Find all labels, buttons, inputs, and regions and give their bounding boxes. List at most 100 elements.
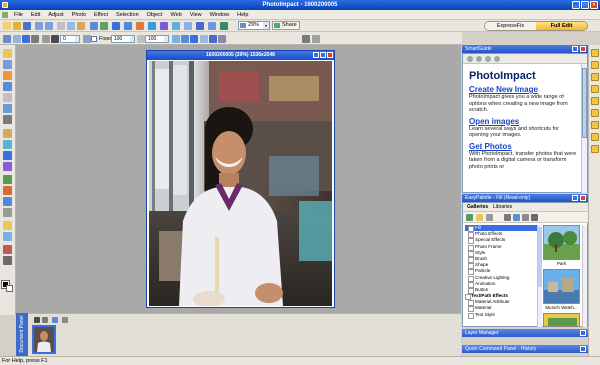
share-button[interactable]: Share bbox=[272, 21, 300, 30]
quick-command-header[interactable]: Quick Command Panel - History bbox=[462, 345, 588, 353]
paint-tool-icon[interactable] bbox=[3, 140, 12, 149]
grid-tool-icon[interactable] bbox=[3, 115, 12, 124]
magic-wand-icon[interactable] bbox=[3, 93, 12, 102]
open-images-link[interactable]: Open images bbox=[469, 117, 579, 126]
add-icon[interactable] bbox=[22, 35, 30, 43]
tab-fulledit[interactable]: Full Edit bbox=[536, 22, 587, 30]
brightness-icon[interactable] bbox=[184, 22, 192, 30]
gallery-icon[interactable] bbox=[476, 214, 483, 221]
pin-icon[interactable] bbox=[572, 46, 578, 52]
print-icon[interactable] bbox=[112, 22, 120, 30]
gallery-item-munich[interactable] bbox=[543, 269, 580, 304]
option-icon[interactable] bbox=[83, 35, 91, 43]
view-icon[interactable] bbox=[522, 214, 529, 221]
close-icon[interactable] bbox=[580, 46, 586, 52]
expand-icon[interactable] bbox=[580, 330, 586, 336]
fill-tool-icon[interactable] bbox=[3, 175, 12, 184]
fill-icon[interactable] bbox=[190, 35, 198, 43]
text-tool-icon[interactable] bbox=[3, 129, 12, 138]
group-icon[interactable] bbox=[209, 35, 217, 43]
focus-icon[interactable] bbox=[208, 22, 216, 30]
selection-tool-icon[interactable] bbox=[3, 71, 12, 80]
document-window[interactable]: 1600200005 (29%) 1536x2048 bbox=[146, 50, 335, 308]
close-icon[interactable] bbox=[580, 195, 586, 201]
background-color-swatch[interactable] bbox=[6, 285, 13, 292]
doc-close-button[interactable] bbox=[327, 52, 333, 58]
gallery-item-next[interactable] bbox=[543, 313, 580, 327]
align-icon[interactable] bbox=[172, 35, 180, 43]
arrange-icon[interactable] bbox=[218, 35, 226, 43]
transform-tool-icon[interactable] bbox=[3, 60, 12, 69]
forward-icon[interactable] bbox=[476, 56, 482, 62]
search-icon[interactable] bbox=[513, 214, 520, 221]
pin-icon[interactable] bbox=[572, 195, 578, 201]
spinner-icon[interactable] bbox=[75, 36, 79, 42]
menu-help[interactable]: Help bbox=[233, 12, 252, 18]
fit-icon[interactable] bbox=[220, 22, 228, 30]
menu-selection[interactable]: Selection bbox=[112, 12, 143, 18]
menu-adjust[interactable]: Adjust bbox=[44, 12, 67, 18]
distribute-icon[interactable] bbox=[200, 35, 208, 43]
crop-icon[interactable] bbox=[136, 22, 144, 30]
copy-icon[interactable] bbox=[67, 22, 75, 30]
zoom-tool-icon[interactable] bbox=[3, 221, 12, 230]
panel-icon[interactable] bbox=[312, 35, 320, 43]
retouch-tool-icon[interactable] bbox=[3, 162, 12, 171]
width-field[interactable]: 100 bbox=[111, 35, 135, 43]
spinner-icon[interactable] bbox=[164, 36, 168, 42]
lasso-tool-icon[interactable] bbox=[3, 82, 12, 91]
document-toggle-icon[interactable] bbox=[591, 121, 599, 129]
eyedropper-tool-icon[interactable] bbox=[3, 245, 12, 254]
web-icon[interactable] bbox=[124, 22, 132, 30]
menu-icon[interactable] bbox=[42, 317, 48, 323]
select-icon[interactable] bbox=[52, 317, 58, 323]
crop-tool-icon[interactable] bbox=[3, 104, 12, 113]
refresh-icon[interactable] bbox=[494, 56, 500, 62]
menu-effect[interactable]: Effect bbox=[90, 12, 112, 18]
menu-web[interactable]: Web bbox=[167, 12, 186, 18]
color-icon[interactable] bbox=[196, 22, 204, 30]
filter-icon[interactable] bbox=[62, 317, 68, 323]
zoom-dropdown[interactable]: 29% ▾ bbox=[238, 21, 270, 30]
create-new-image-link[interactable]: Create New Image bbox=[469, 85, 579, 94]
tree-item-text-style[interactable]: Text Style bbox=[465, 312, 537, 319]
history-toggle-icon[interactable] bbox=[591, 85, 599, 93]
back-icon[interactable] bbox=[467, 56, 473, 62]
list-icon[interactable] bbox=[531, 214, 538, 221]
clone-tool-icon[interactable] bbox=[3, 151, 12, 160]
cut-icon[interactable] bbox=[57, 22, 65, 30]
camera-icon[interactable] bbox=[302, 35, 310, 43]
scrollbar-thumb[interactable] bbox=[538, 227, 542, 287]
tree-scrollbar[interactable] bbox=[537, 225, 542, 327]
smartguide-header[interactable]: SmartGuide bbox=[462, 45, 588, 53]
doc-minimize-button[interactable] bbox=[313, 52, 319, 58]
attribute-toggle-icon[interactable] bbox=[591, 97, 599, 105]
menu-object[interactable]: Object bbox=[143, 12, 167, 18]
capture-icon[interactable] bbox=[100, 22, 108, 30]
smartguide-toggle-icon[interactable] bbox=[591, 49, 599, 57]
menu-edit[interactable]: Edit bbox=[27, 12, 44, 18]
play-icon[interactable] bbox=[34, 317, 40, 323]
tab-expressfix[interactable]: ExpressFix bbox=[485, 22, 536, 30]
easypalette-toggle-icon[interactable] bbox=[591, 61, 599, 69]
rotate-icon[interactable] bbox=[160, 22, 168, 30]
photo-canvas[interactable] bbox=[149, 61, 332, 306]
undo-icon[interactable] bbox=[35, 22, 43, 30]
mode-icon[interactable] bbox=[181, 35, 189, 43]
menu-file[interactable]: File bbox=[10, 12, 27, 18]
gallery-scrollbar[interactable] bbox=[582, 225, 587, 327]
subtract-icon[interactable] bbox=[31, 35, 39, 43]
shape-tool-icon[interactable] bbox=[3, 197, 12, 206]
value-field[interactable]: 0 bbox=[60, 35, 80, 43]
eraser-tool-icon[interactable] bbox=[3, 186, 12, 195]
tool-toggle-icon[interactable] bbox=[591, 109, 599, 117]
document-thumbnail[interactable] bbox=[32, 325, 56, 354]
add-icon[interactable] bbox=[486, 214, 493, 221]
hand-tool-icon[interactable] bbox=[3, 232, 12, 241]
open-icon[interactable] bbox=[13, 22, 21, 30]
chevron-down-icon[interactable]: ▾ bbox=[263, 22, 269, 29]
paste-icon[interactable] bbox=[77, 22, 85, 30]
fixed-checkbox[interactable] bbox=[91, 36, 97, 42]
menu-view[interactable]: View bbox=[186, 12, 206, 18]
minimize-button[interactable]: _ bbox=[572, 1, 580, 9]
